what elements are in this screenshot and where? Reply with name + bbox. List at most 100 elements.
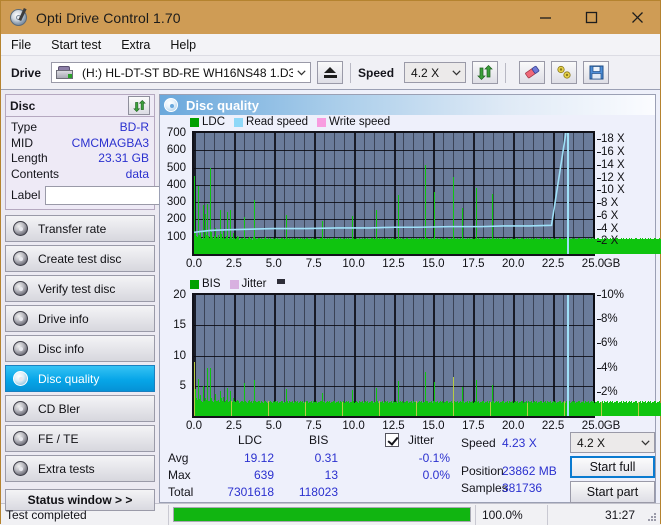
disc-icon — [13, 431, 28, 446]
tools-button[interactable] — [551, 61, 577, 84]
y2-tick-mark — [597, 216, 601, 217]
sidebar-item-create-test-disc[interactable]: Create test disc — [5, 245, 155, 272]
progress-bar — [173, 507, 471, 522]
y2-tick-mark — [597, 139, 601, 140]
y-axis-tick: 20 — [173, 289, 186, 301]
save-button[interactable] — [583, 61, 609, 84]
refresh-disc-button[interactable] — [128, 96, 150, 115]
legend-jitter: Jitter — [230, 278, 267, 290]
legend-label: Write speed — [329, 116, 390, 128]
sidebar-item-disc-info[interactable]: Disc info — [5, 335, 155, 362]
eject-button[interactable] — [317, 61, 343, 84]
x-axis-unit: GB — [604, 258, 621, 270]
sidebar-item-disc-quality[interactable]: Disc quality — [5, 365, 155, 392]
drive-label: Drive — [11, 66, 41, 80]
stats-max-bis: 13 — [278, 468, 338, 482]
stats-max-jitter: 0.0% — [376, 468, 450, 482]
sidebar-item-fe-te[interactable]: FE / TE — [5, 425, 155, 452]
stats-row-max-label: Max — [168, 468, 191, 482]
x-axis-tick: 25.0 — [582, 258, 604, 270]
start-part-button[interactable]: Start part — [570, 481, 655, 503]
stats-total-ldc: 7301618 — [206, 485, 274, 499]
start-full-button[interactable]: Start full — [570, 456, 655, 478]
x-axis-tick: 22.5 — [542, 258, 564, 270]
disc-info-panel: Disc Type BD-R MID CMCM — [5, 94, 155, 210]
disc-icon — [13, 401, 28, 416]
sidebar-item-label: Disc info — [38, 342, 84, 356]
stats-total-bis: 118023 — [278, 485, 338, 499]
erase-button[interactable] — [519, 61, 545, 84]
menu-file[interactable]: File — [11, 38, 31, 52]
y2-axis-tick: 12 X — [601, 172, 625, 184]
menu-extra[interactable]: Extra — [121, 38, 150, 52]
y2-tick-mark — [597, 319, 601, 320]
maximize-icon[interactable] — [568, 1, 614, 34]
bis-chart[interactable]: 5101520 2%4%6%8%10% 0.02.55.07.510.012.5… — [160, 291, 655, 439]
y2-axis-tick: 8% — [601, 313, 618, 325]
eraser-icon — [524, 65, 541, 80]
disc-properties: Type BD-R MID CMCMAGBA3 Length 23.31 GB … — [6, 117, 154, 209]
disc-mid-value: CMCMAGBA3 — [72, 136, 149, 152]
resize-grip-icon[interactable] — [643, 508, 657, 522]
disc-quality-panel: Disc quality LDC Read speed Write speed — [159, 94, 656, 503]
y2-axis-tick: 4% — [601, 362, 618, 374]
drive-select[interactable]: (H:) HL-DT-ST BD-RE WH16NS48 1.D3 — [51, 62, 311, 83]
sidebar-item-label: CD Bler — [38, 402, 80, 416]
gridline-v — [593, 295, 595, 416]
status-message: Test completed — [1, 505, 169, 525]
sidebar-item-drive-info[interactable]: Drive info — [5, 305, 155, 332]
y2-axis-tick: 10 X — [601, 184, 625, 196]
scan-end-marker — [567, 133, 569, 254]
refresh-icon — [133, 100, 146, 112]
jitter-checkbox[interactable] — [385, 433, 399, 447]
sidebar-item-verify-test-disc[interactable]: Verify test disc — [5, 275, 155, 302]
y2-tick-mark — [597, 241, 601, 242]
legend-label: Jitter — [242, 278, 267, 290]
ldc-chart[interactable]: 100200300400500600700 2 X4 X6 X8 X10 X12… — [160, 129, 655, 277]
y2-axis-tick: 10% — [601, 289, 624, 301]
legend-swatch — [234, 118, 243, 127]
y2-tick-mark — [597, 190, 601, 191]
menu-bar: File Start test Extra Help — [1, 34, 660, 56]
stats-panel: LDC BIS Jitter Avg 19.12 0.31 -0.1% Max … — [160, 428, 655, 502]
sidebar-item-cd-bler[interactable]: CD Bler — [5, 395, 155, 422]
speed-select[interactable]: 4.2 X — [404, 62, 466, 83]
disc-length-label: Length — [11, 151, 48, 167]
x-axis-tick: 15.0 — [422, 258, 444, 270]
refresh-button[interactable] — [472, 61, 498, 84]
speed-stat-value: 4.23 X — [502, 436, 562, 450]
disc-contents-label: Contents — [11, 167, 59, 183]
minimize-icon[interactable] — [522, 1, 568, 34]
panel-title: Disc quality — [186, 98, 259, 113]
legend-swatch — [317, 118, 326, 127]
disc-contents-value: data — [126, 167, 149, 183]
sidebar-item-label: Disc quality — [38, 372, 99, 386]
disc-label-row: Label — [11, 185, 149, 205]
sidebar-item-label: Drive info — [38, 312, 89, 326]
x-axis-tick: 17.5 — [462, 258, 484, 270]
read-speed-line — [194, 133, 593, 254]
window-controls — [522, 1, 660, 34]
stats-max-ldc: 639 — [206, 468, 274, 482]
sidebar-item-extra-tests[interactable]: Extra tests — [5, 455, 155, 482]
menu-start-test[interactable]: Start test — [51, 38, 101, 52]
bis-chart-legend: BIS Jitter — [160, 277, 655, 291]
y-axis-tick: 300 — [167, 196, 186, 208]
legend-bis: BIS — [190, 278, 221, 290]
sidebar-item-label: Verify test disc — [38, 282, 115, 296]
menu-help[interactable]: Help — [170, 38, 196, 52]
legend-read-speed: Read speed — [234, 116, 308, 128]
x-axis-tick: 0.0 — [186, 258, 202, 270]
disc-icon — [164, 98, 178, 112]
y2-axis-tick: 2% — [601, 386, 618, 398]
chevron-down-icon — [636, 433, 654, 452]
samples-value: 381736 — [502, 481, 572, 495]
floppy-disk-icon — [589, 65, 604, 80]
close-icon[interactable] — [614, 1, 660, 34]
drive-toolbar: Drive (H:) HL-DT-ST BD-RE WH16NS48 1.D3 … — [1, 56, 660, 90]
legend-swatch — [190, 118, 199, 127]
chevron-down-icon — [447, 63, 465, 82]
disc-icon — [13, 221, 28, 236]
sidebar-item-transfer-rate[interactable]: Transfer rate — [5, 215, 155, 242]
test-speed-select[interactable]: 4.2 X — [570, 432, 655, 453]
